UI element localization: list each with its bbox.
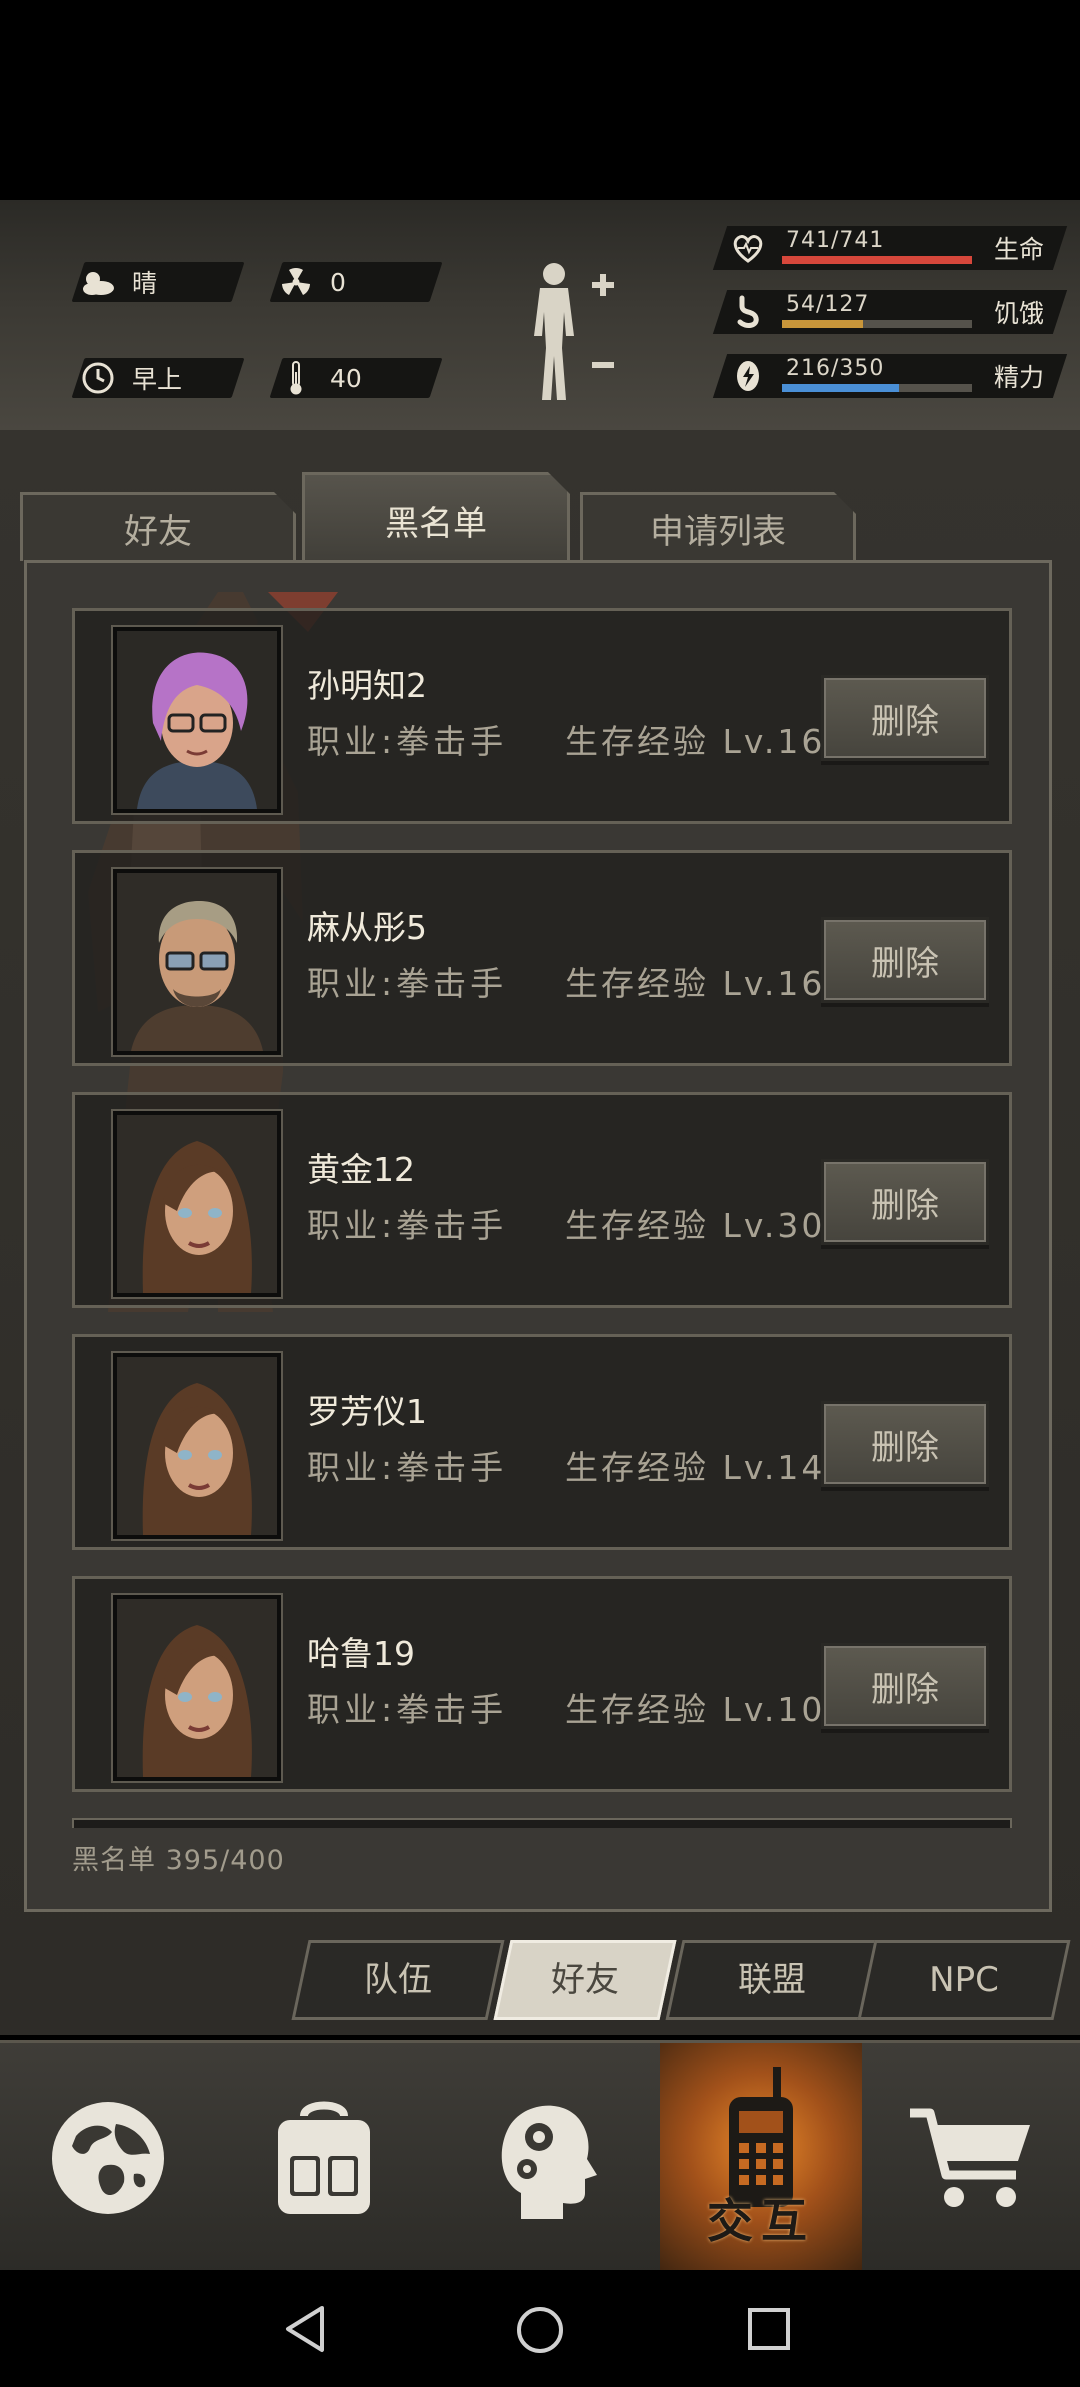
body-status-button[interactable] [520,258,620,408]
delete-button[interactable]: 删除 [821,1643,989,1729]
energy-stat: 216/350 精力 [712,354,1068,398]
blacklist-count: 黑名单 395/400 [72,1845,285,1876]
hp-value: 741/741 [786,228,885,253]
radiation-icon [276,262,316,302]
energy-bar [782,384,972,392]
time-chip: 早上 [71,358,245,398]
delete-button[interactable]: 删除 [821,917,989,1003]
player-exp: 生存经验 Lv.16 [565,964,826,1003]
nav-shop[interactable] [862,2043,1080,2273]
player-name: 黄金12 [307,1150,415,1189]
energy-label: 精力 [994,363,1045,392]
radiation-chip: 0 [269,262,443,302]
radiation-value: 0 [330,267,346,297]
delete-button[interactable]: 删除 [821,1401,989,1487]
player-exp: 生存经验 Lv.10 [565,1690,826,1729]
bottom-nav: 交互 [0,2040,1080,2273]
weather-value: 晴 [132,269,158,298]
delete-button[interactable]: 删除 [821,1159,989,1245]
bald-glasses-man-avatar[interactable] [113,869,281,1055]
recents-icon[interactable] [746,2306,792,2356]
player-exp: 生存经验 Lv.14 [565,1448,826,1487]
nav-interact-label: 交互 [707,2194,815,2248]
tab-requests[interactable]: 申请列表 [580,492,856,561]
system-navigation-bar [0,2270,1080,2387]
blacklist-row: 麻从彤5 职业:拳击手 生存经验 Lv.16 删除 [72,850,1012,1066]
player-name: 哈鲁19 [307,1634,415,1673]
temperature-chip: 40 [269,358,443,398]
brown-hair-woman-avatar[interactable] [113,1111,281,1297]
shopping-cart-icon [910,2108,1030,2207]
home-icon[interactable] [514,2304,566,2360]
blacklist-row: 罗芳仪1 职业:拳击手 生存经验 Lv.14 删除 [72,1334,1012,1550]
subtab-team[interactable]: 队伍 [291,1940,505,2020]
blacklist-row: 黄金12 职业:拳击手 生存经验 Lv.30 删除 [72,1092,1012,1308]
subtab-friends[interactable]: 好友 [493,1940,677,2020]
player-job: 职业:拳击手 [307,1690,508,1729]
hp-bar [782,256,972,264]
purple-hair-glasses-avatar[interactable] [113,627,281,813]
cloud-sun-icon [78,262,118,302]
time-value: 早上 [132,365,183,394]
skills-head-icon [501,2105,597,2219]
player-job: 职业:拳击手 [307,1448,508,1487]
player-job: 职业:拳击手 [307,1206,508,1245]
player-exp: 生存经验 Lv.30 [565,1206,826,1245]
nav-backpack[interactable] [216,2043,432,2273]
player-name: 孙明知2 [307,666,427,705]
blacklist-row: 哈鲁19 职业:拳击手 生存经验 Lv.10 删除 [72,1576,1012,1792]
nav-interact[interactable]: 交互 [660,2043,862,2273]
hp-stat: 741/741 生命 [712,226,1068,270]
nav-skills[interactable] [432,2043,660,2273]
hunger-label: 饥饿 [994,299,1045,328]
player-job: 职业:拳击手 [307,964,508,1003]
clock-icon [78,358,118,398]
energy-icon [730,358,766,394]
tab-friends[interactable]: 好友 [20,492,296,561]
hunger-stat: 54/127 饥饿 [712,290,1068,334]
player-name: 罗芳仪1 [307,1392,427,1431]
thermometer-icon [276,358,316,398]
next-row-edge [72,1818,1012,1828]
subtab-alliance[interactable]: 联盟 [665,1940,879,2020]
player-job: 职业:拳击手 [307,722,508,761]
energy-value: 216/350 [786,356,885,381]
hunger-value: 54/127 [786,292,870,317]
body-figure-icon [534,263,614,400]
player-name: 麻从彤5 [307,908,427,947]
blacklist-row: 孙明知2 职业:拳击手 生存经验 Lv.16 删除 [72,608,1012,824]
player-exp: 生存经验 Lv.16 [565,722,826,761]
weather-chip: 晴 [71,262,245,302]
temperature-value: 40 [330,363,362,393]
subtab-npc[interactable]: NPC [857,1940,1071,2020]
tab-blacklist[interactable]: 黑名单 [302,472,570,565]
backpack-icon [278,2101,370,2214]
nav-world-map[interactable] [0,2043,216,2273]
heart-icon [730,230,766,266]
stomach-icon [730,294,766,330]
hunger-bar [782,320,972,328]
brown-hair-woman-avatar[interactable] [113,1353,281,1539]
back-icon[interactable] [282,2304,326,2358]
hp-label: 生命 [994,235,1045,264]
globe-icon [52,2102,164,2214]
delete-button[interactable]: 删除 [821,675,989,761]
brown-hair-woman-avatar[interactable] [113,1595,281,1781]
